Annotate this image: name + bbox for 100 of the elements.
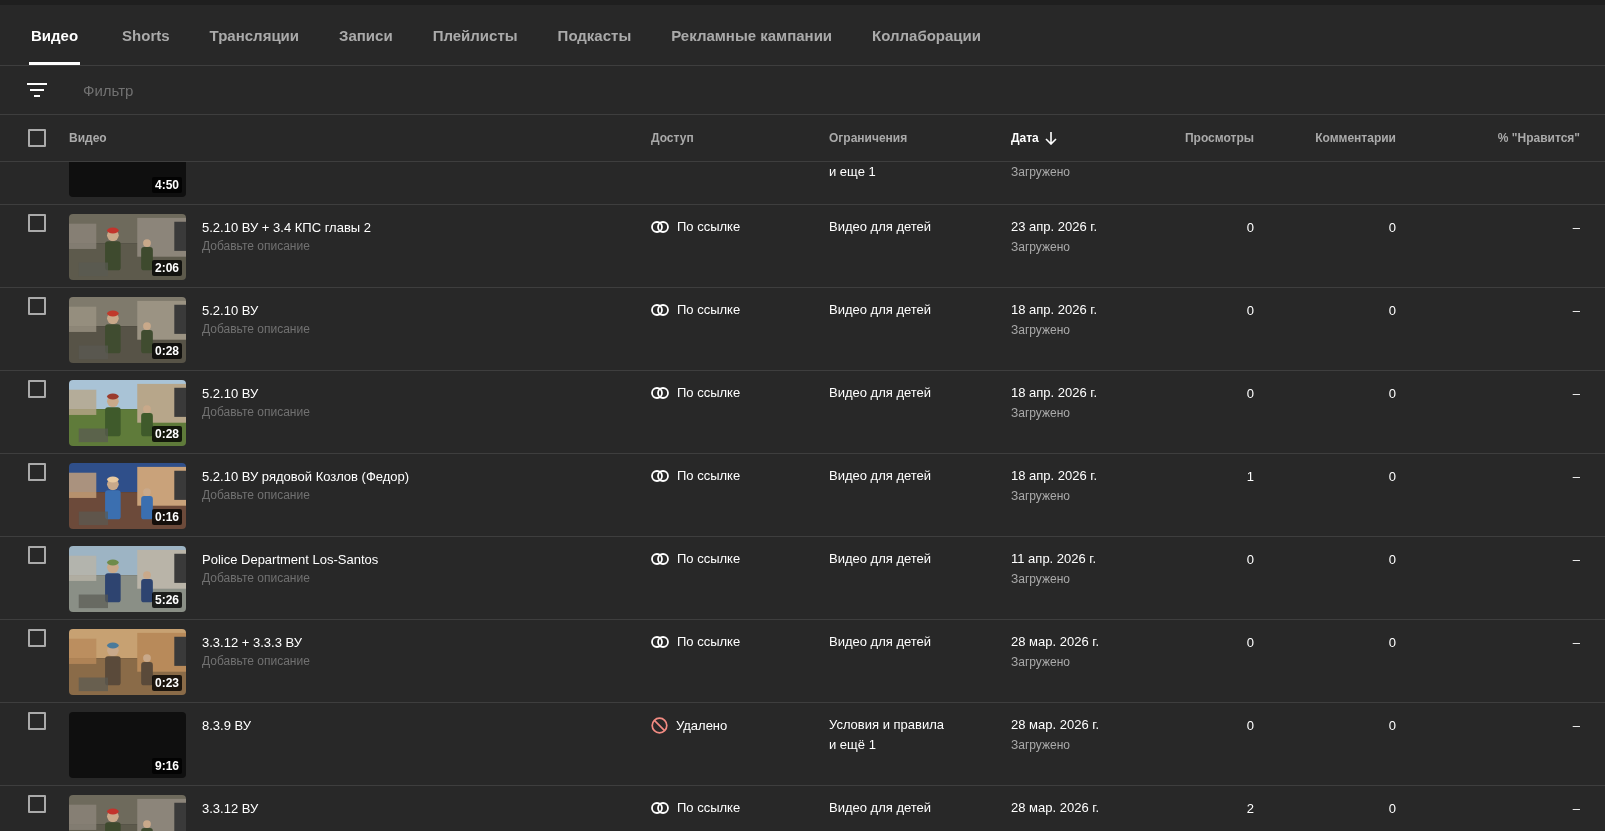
comments-count: 0 [1388, 718, 1396, 733]
link-icon [651, 635, 669, 648]
likes-value: – [1572, 635, 1580, 650]
comments-count: 0 [1388, 801, 1396, 816]
select-all-checkbox[interactable] [28, 129, 46, 147]
restriction-text: и еще 1 [829, 164, 877, 180]
comments-count: 0 [1388, 386, 1396, 401]
row-checkbox[interactable] [28, 795, 46, 813]
date-text: 28 мар. 2026 г. [1011, 717, 1100, 733]
tab[interactable]: Видео [29, 5, 81, 65]
link-icon [651, 801, 669, 814]
access-label: По ссылке [677, 385, 741, 400]
video-description: Добавьте описание [202, 654, 310, 668]
tab[interactable]: Подкасты [555, 5, 652, 65]
link-icon [651, 303, 669, 316]
row-checkbox[interactable] [28, 546, 46, 564]
date-text: 23 апр. 2026 г. [1011, 219, 1099, 235]
restriction-text: Видео для детей [829, 800, 933, 816]
restriction-text: Видео для детей [829, 551, 933, 567]
sort-down-icon[interactable] [1044, 131, 1057, 145]
duration-badge: 0:28 [151, 426, 182, 442]
likes-value: – [1572, 220, 1580, 235]
comments-count: 0 [1388, 220, 1396, 235]
column-header[interactable]: Видео [69, 131, 107, 145]
video-title[interactable]: 5.2.10 ВУ + 3.4 КПС главы 2 [202, 220, 372, 235]
views-count: 1 [1246, 469, 1254, 484]
row-checkbox[interactable] [28, 380, 46, 398]
restriction-text: Видео для детей [829, 634, 933, 650]
restriction-text: Условия и правила [829, 717, 946, 733]
tab[interactable]: Коллаборации [870, 5, 1002, 65]
video-title[interactable]: 5.2.10 ВУ [202, 303, 310, 318]
duration-badge: 2:06 [151, 260, 182, 276]
status-text: Загружено [1011, 737, 1071, 753]
column-header[interactable]: Ограничения [829, 131, 908, 145]
video-title[interactable]: Police Department Los-Santos [202, 552, 379, 567]
row-checkbox[interactable] [28, 297, 46, 315]
duration-badge: 9:16 [151, 758, 182, 774]
access-label: По ссылке [677, 219, 741, 234]
status-text: Загружено [1011, 571, 1071, 587]
link-icon [651, 552, 669, 565]
row-checkbox[interactable] [28, 712, 46, 730]
duration-badge: 0:23 [151, 675, 182, 691]
restriction-text: Видео для детей [829, 219, 933, 235]
likes-value: – [1572, 718, 1580, 733]
comments-count: 0 [1388, 552, 1396, 567]
column-header[interactable]: Доступ [651, 131, 694, 145]
column-header[interactable]: Дата [1011, 131, 1039, 145]
tab[interactable]: Shorts [120, 5, 190, 65]
date-text: 28 мар. 2026 г. [1011, 634, 1100, 650]
restriction-text: Видео для детей [829, 468, 933, 484]
duration-badge: 0:16 [151, 509, 182, 525]
video-description: Добавьте описание [202, 239, 311, 253]
comments-count: 0 [1388, 635, 1396, 650]
row-checkbox[interactable] [28, 629, 46, 647]
video-title[interactable]: 3.3.12 ВУ [202, 801, 259, 816]
video-description: Добавьте описание [202, 322, 310, 336]
video-title[interactable]: 3.3.12 + 3.3.3 ВУ [202, 635, 310, 650]
views-count: 0 [1246, 635, 1254, 650]
column-header[interactable]: Комментарии [1315, 131, 1396, 145]
status-text: Загружено [1011, 654, 1071, 670]
tab[interactable]: Рекламные кампании [669, 5, 853, 65]
thumbnail[interactable]: 4:50 [69, 162, 186, 197]
status-text: Загружено [1011, 488, 1071, 504]
video-description: Добавьте описание [202, 488, 311, 502]
status-text: Загружено [1011, 322, 1071, 338]
filter-icon[interactable] [27, 83, 47, 97]
tab[interactable]: Плейлисты [430, 5, 538, 65]
views-count: 0 [1246, 718, 1254, 733]
link-icon [651, 220, 669, 233]
access-label: По ссылке [677, 634, 741, 649]
status-text: Загружено [1011, 164, 1071, 180]
restriction-text: Видео для детей [829, 385, 933, 401]
access-label: Удалено [676, 718, 728, 733]
tab[interactable]: Записи [337, 5, 413, 65]
likes-value: – [1572, 386, 1580, 401]
column-header[interactable]: Просмотры [1185, 131, 1254, 145]
link-icon [651, 469, 669, 482]
video-title[interactable]: 8.3.9 ВУ [202, 718, 252, 733]
date-text: 11 апр. 2026 г. [1011, 551, 1098, 567]
views-count: 0 [1246, 552, 1254, 567]
filter-field[interactable]: Фильтр [81, 80, 385, 100]
tab[interactable]: Трансляции [207, 5, 320, 65]
link-icon [651, 386, 669, 399]
duration-badge: 0:28 [151, 343, 182, 359]
row-checkbox[interactable] [28, 463, 46, 481]
likes-value: – [1572, 469, 1580, 484]
blocked-icon [651, 717, 668, 734]
thumbnail[interactable]: 9:16 [69, 712, 186, 778]
row-checkbox[interactable] [28, 214, 46, 232]
comments-count: 0 [1388, 303, 1396, 318]
views-count: 0 [1246, 220, 1254, 235]
video-title[interactable]: 5.2.10 ВУ рядовой Козлов (Федор) [202, 469, 410, 484]
status-text: Загружено [1011, 405, 1071, 421]
duration-badge: 5:26 [151, 592, 182, 608]
video-description: Добавьте описание [202, 571, 311, 585]
access-label: По ссылке [677, 551, 741, 566]
likes-value: – [1572, 552, 1580, 567]
restriction-text: Видео для детей [829, 302, 933, 318]
video-title[interactable]: 5.2.10 ВУ [202, 386, 310, 401]
column-header[interactable]: % "Нравится" [1497, 131, 1580, 145]
